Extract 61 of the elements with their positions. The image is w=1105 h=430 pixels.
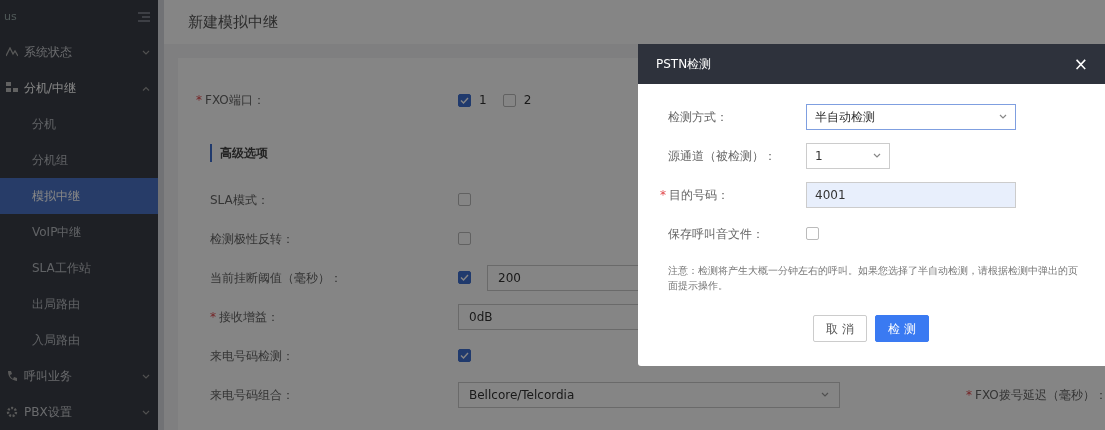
select-field[interactable]: Bellcore/Telcordia <box>458 381 840 408</box>
hierarchy-icon <box>6 82 18 94</box>
dialog-button[interactable]: 取 消 <box>813 315 867 342</box>
caret-down-icon <box>142 409 150 415</box>
menu-label: 呼叫业务 <box>24 368 72 385</box>
close-button[interactable]: × <box>1073 55 1088 73</box>
sidebar-item[interactable]: SLA工作站 <box>0 250 158 286</box>
field-label: 检测方式： <box>668 108 728 126</box>
dialog-title: PSTN检测 <box>656 56 712 73</box>
caret-down-icon <box>999 114 1007 119</box>
field-label: 保存呼叫音文件： <box>668 225 764 243</box>
required-mark: * <box>196 92 202 109</box>
select-field[interactable]: 半自动检测 <box>806 103 1016 130</box>
caret-down-icon <box>142 373 150 379</box>
checkbox[interactable] <box>458 349 471 362</box>
option-label: 2 <box>523 92 532 109</box>
field-label: 接收增益： <box>219 308 279 326</box>
required-mark: * <box>210 308 216 326</box>
menu-icon <box>138 12 150 22</box>
caret-down-icon <box>142 49 150 55</box>
option-label: 1 <box>479 92 487 109</box>
checkbox[interactable] <box>458 193 471 206</box>
menu-label: PBX设置 <box>24 404 72 421</box>
sidebar-item[interactable]: 分机 <box>0 106 158 142</box>
field-label: 目的号码： <box>669 186 729 204</box>
checkbox[interactable] <box>458 93 471 107</box>
sidebar-group[interactable]: 系统状态 <box>0 34 158 70</box>
field-label: FXO端口： <box>205 92 265 109</box>
caret-down-icon <box>873 153 881 158</box>
sidebar-group[interactable]: 分机/中继 <box>0 70 158 106</box>
dialog-button[interactable]: 检 测 <box>874 315 929 342</box>
sidebar-item[interactable]: 模拟中继 <box>0 178 158 214</box>
select-field[interactable]: 1 <box>806 142 890 169</box>
sidebar-item[interactable]: 入局路由 <box>0 322 158 358</box>
section-title: 高级选项 <box>210 144 268 162</box>
menu-label: 分机/中继 <box>24 80 77 97</box>
field-label: 检测极性反转： <box>210 230 294 248</box>
field-label: SLA模式： <box>210 191 269 209</box>
field-label: 来电号码检测： <box>210 347 294 365</box>
sidebar-item[interactable]: VoIP中继 <box>0 214 158 250</box>
caret-down-icon <box>821 392 829 397</box>
phone-icon <box>6 370 18 382</box>
field-label: 当前挂断阈值（毫秒）： <box>210 269 342 287</box>
sidebar-group[interactable]: 呼叫业务 <box>0 358 158 394</box>
checkbox[interactable] <box>502 93 516 107</box>
input-field[interactable]: 4001 <box>806 181 1016 208</box>
sidebar-item[interactable]: 分机组 <box>0 142 158 178</box>
required-mark: * <box>966 386 972 404</box>
chart-icon <box>6 47 18 57</box>
sidebar-item[interactable]: 出局路由 <box>0 286 158 322</box>
caret-up-icon <box>142 85 150 91</box>
checkbox[interactable] <box>806 227 819 240</box>
page-title: 新建模拟中继 <box>164 0 1105 44</box>
required-mark: * <box>660 186 666 204</box>
sidebar-group[interactable]: PBX设置 <box>0 394 158 430</box>
menu-label: 系统状态 <box>24 44 72 61</box>
field-label: FXO拨号延迟（毫秒）： <box>975 386 1105 404</box>
field-label: 来电号码组合： <box>210 386 294 404</box>
checkbox[interactable] <box>458 271 471 284</box>
field-label: 源通道（被检测）： <box>668 147 776 165</box>
checkbox[interactable] <box>458 232 471 245</box>
